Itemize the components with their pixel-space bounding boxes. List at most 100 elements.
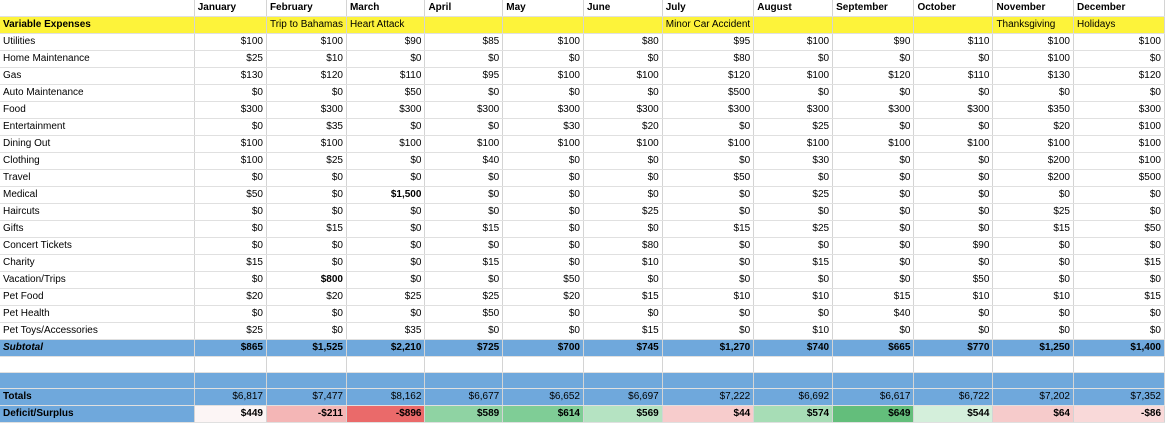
expense-value-cell[interactable]: $50 xyxy=(1073,220,1165,238)
expense-value-cell[interactable]: $100 xyxy=(1073,33,1165,51)
expense-value-cell[interactable]: $0 xyxy=(346,305,426,323)
expense-value-cell[interactable]: $110 xyxy=(346,67,426,85)
expense-value-cell[interactable]: $25 xyxy=(346,288,426,306)
expense-value-cell[interactable]: $25 xyxy=(992,203,1074,221)
expense-value-cell[interactable]: $0 xyxy=(346,118,426,136)
expense-value-cell[interactable]: $0 xyxy=(1073,271,1165,289)
expense-value-cell[interactable]: $15 xyxy=(992,220,1074,238)
expense-value-cell[interactable]: $800 xyxy=(266,271,347,289)
deficit-surplus-cell[interactable]: $614 xyxy=(502,405,584,423)
expense-value-cell[interactable]: $0 xyxy=(502,220,584,238)
expense-value-cell[interactable]: $0 xyxy=(662,305,755,323)
expense-value-cell[interactable]: $100 xyxy=(424,135,504,153)
expense-value-cell[interactable]: $0 xyxy=(992,186,1074,204)
expense-value-cell[interactable]: $300 xyxy=(832,101,915,119)
expense-value-cell[interactable]: $500 xyxy=(1073,169,1165,187)
deficit-surplus-cell[interactable]: -$211 xyxy=(266,405,347,423)
expense-value-cell[interactable]: $25 xyxy=(753,220,834,238)
expense-value-cell[interactable]: $50 xyxy=(662,169,755,187)
expense-label-cell[interactable]: Food xyxy=(0,101,195,119)
expense-value-cell[interactable]: $100 xyxy=(502,67,584,85)
empty-cell[interactable] xyxy=(424,372,504,389)
expense-value-cell[interactable]: $0 xyxy=(194,169,267,187)
expense-value-cell[interactable]: $0 xyxy=(346,152,426,170)
expense-value-cell[interactable]: $80 xyxy=(662,50,755,68)
expense-value-cell[interactable]: $100 xyxy=(753,135,834,153)
expense-value-cell[interactable]: $100 xyxy=(992,50,1074,68)
event-cell[interactable] xyxy=(583,16,663,34)
deficit-surplus-cell[interactable]: $569 xyxy=(583,405,663,423)
totals-cell[interactable]: $7,202 xyxy=(992,388,1074,406)
deficit-surplus-cell[interactable]: $649 xyxy=(832,405,915,423)
expense-value-cell[interactable]: $130 xyxy=(194,67,267,85)
expense-value-cell[interactable]: $0 xyxy=(832,254,915,272)
expense-value-cell[interactable]: $15 xyxy=(662,220,755,238)
expense-label-cell[interactable]: Haircuts xyxy=(0,203,195,221)
event-cell[interactable] xyxy=(502,16,584,34)
expense-value-cell[interactable]: $0 xyxy=(1073,305,1165,323)
expense-value-cell[interactable]: $0 xyxy=(913,118,994,136)
expense-value-cell[interactable]: $0 xyxy=(913,50,994,68)
expense-value-cell[interactable]: $0 xyxy=(266,203,347,221)
totals-cell[interactable]: $6,652 xyxy=(502,388,584,406)
expense-value-cell[interactable]: $20 xyxy=(583,118,663,136)
expense-value-cell[interactable]: $300 xyxy=(753,101,834,119)
expense-value-cell[interactable]: $0 xyxy=(583,152,663,170)
expense-value-cell[interactable]: $100 xyxy=(992,135,1074,153)
corner-cell[interactable] xyxy=(0,0,195,17)
expense-value-cell[interactable]: $0 xyxy=(266,169,347,187)
subtotal-cell[interactable]: $2,210 xyxy=(346,339,426,357)
empty-cell[interactable] xyxy=(913,356,994,373)
expense-value-cell[interactable]: $100 xyxy=(753,67,834,85)
totals-cell[interactable]: $7,222 xyxy=(662,388,755,406)
totals-cell[interactable]: $6,722 xyxy=(913,388,994,406)
expense-value-cell[interactable]: $0 xyxy=(424,237,504,255)
month-header-cell[interactable]: August xyxy=(753,0,834,17)
expense-value-cell[interactable]: $120 xyxy=(266,67,347,85)
expense-value-cell[interactable]: $0 xyxy=(502,322,584,340)
expense-value-cell[interactable]: $10 xyxy=(662,288,755,306)
expense-value-cell[interactable]: $0 xyxy=(832,220,915,238)
event-cell[interactable]: Heart Attack xyxy=(346,16,426,34)
totals-cell[interactable]: $6,692 xyxy=(753,388,834,406)
expense-value-cell[interactable]: $40 xyxy=(832,305,915,323)
expense-value-cell[interactable]: $300 xyxy=(913,101,994,119)
expense-value-cell[interactable]: $0 xyxy=(194,305,267,323)
expense-value-cell[interactable]: $200 xyxy=(992,169,1074,187)
deficit-surplus-cell[interactable]: $574 xyxy=(753,405,834,423)
event-cell[interactable]: Holidays xyxy=(1073,16,1165,34)
expense-value-cell[interactable]: $20 xyxy=(502,288,584,306)
totals-cell[interactable]: $6,677 xyxy=(424,388,504,406)
expense-value-cell[interactable]: $100 xyxy=(913,135,994,153)
expense-value-cell[interactable]: $0 xyxy=(1073,84,1165,102)
expense-value-cell[interactable]: $0 xyxy=(266,254,347,272)
expense-value-cell[interactable]: $50 xyxy=(194,186,267,204)
month-header-cell[interactable]: April xyxy=(424,0,504,17)
expense-value-cell[interactable]: $0 xyxy=(753,50,834,68)
expense-value-cell[interactable]: $0 xyxy=(992,271,1074,289)
expense-value-cell[interactable]: $10 xyxy=(583,254,663,272)
expense-value-cell[interactable]: $90 xyxy=(913,237,994,255)
expense-value-cell[interactable]: $0 xyxy=(424,203,504,221)
expense-value-cell[interactable]: $0 xyxy=(832,118,915,136)
expense-value-cell[interactable]: $130 xyxy=(992,67,1074,85)
expense-value-cell[interactable]: $0 xyxy=(583,220,663,238)
expense-value-cell[interactable]: $350 xyxy=(992,101,1074,119)
expense-value-cell[interactable]: $0 xyxy=(424,84,504,102)
expense-value-cell[interactable]: $100 xyxy=(1073,135,1165,153)
empty-cell[interactable] xyxy=(832,356,915,373)
expense-value-cell[interactable]: $0 xyxy=(832,322,915,340)
expense-value-cell[interactable]: $0 xyxy=(346,50,426,68)
expense-value-cell[interactable]: $0 xyxy=(832,152,915,170)
expense-value-cell[interactable]: $30 xyxy=(502,118,584,136)
expense-value-cell[interactable]: $50 xyxy=(913,271,994,289)
expense-value-cell[interactable]: $300 xyxy=(424,101,504,119)
empty-cell[interactable] xyxy=(992,356,1074,373)
expense-value-cell[interactable]: $0 xyxy=(832,237,915,255)
expense-value-cell[interactable]: $100 xyxy=(194,152,267,170)
totals-cell[interactable]: $6,697 xyxy=(583,388,663,406)
deficit-surplus-cell[interactable]: $589 xyxy=(424,405,504,423)
deficit-surplus-cell[interactable]: $64 xyxy=(992,405,1074,423)
month-header-cell[interactable]: July xyxy=(662,0,755,17)
event-cell[interactable] xyxy=(753,16,834,34)
